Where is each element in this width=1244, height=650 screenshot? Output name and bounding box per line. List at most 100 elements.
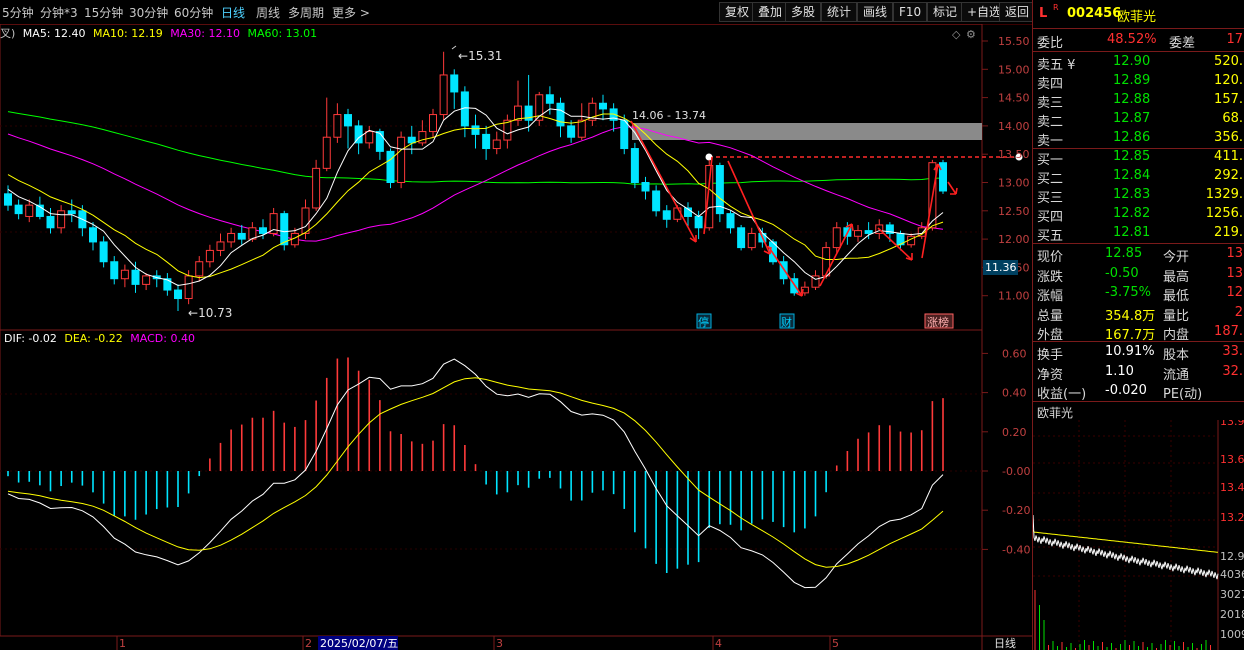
bid-row[interactable]: 买三 12.83 1329. [1033,186,1244,206]
collapse-icon[interactable]: ◇ [952,28,961,41]
draw-line-button[interactable]: 画线 [857,2,894,22]
ask-label: 卖一 [1037,134,1064,149]
ask-price: 12.86 [1113,130,1151,145]
mini-vol-tick: 3027 [1220,588,1244,601]
ask-label: 卖二 [1037,115,1064,130]
candle-body [418,131,427,144]
bid-row[interactable]: 买二 12.84 292. [1033,167,1244,187]
candle-body [301,207,310,234]
ask-row[interactable]: 卖三 12.88 157. [1033,91,1244,111]
period-label: 日线 [994,636,1016,650]
tab-60min[interactable]: 60分钟 [174,4,213,21]
candle-body [322,136,331,169]
candle-body [216,241,225,251]
candle-body [694,215,703,229]
tab-daily[interactable]: 日线 [221,4,245,21]
bid-price: 12.82 [1113,206,1151,221]
bid-row[interactable]: 买五 12.81 219. [1033,224,1244,244]
badge-finance[interactable]: 财 [781,315,792,329]
ask-row[interactable]: 卖一 12.86 356. [1033,129,1244,149]
date-axis: 1 2 3 4 5 [116,636,839,650]
stat-value: 1.10 [1105,363,1134,379]
bid-volume: 219. [1214,225,1243,240]
mark-button[interactable]: 标记 [927,2,964,22]
price-tick: 15.00 [998,63,1030,76]
price-tick: 13.50 [998,148,1030,161]
tab-weekly[interactable]: 周线 [256,4,280,21]
candle-body [652,190,661,212]
stat-value: 32. [1222,363,1243,379]
candle-body [726,213,735,229]
candle-body [174,289,182,300]
candle-body [344,114,352,127]
macd-tick: -0.00 [1002,465,1030,478]
date-tick: 1 [119,637,126,650]
settings-icon[interactable]: ⚙ [966,28,976,41]
adjust-button[interactable]: 复权 [719,2,756,22]
candle-body [46,215,55,229]
tab-more[interactable]: 更多 > [332,4,370,21]
stats-button[interactable]: 统计 [821,2,858,22]
more-label: 更多 [332,6,357,20]
tab-5min[interactable]: 5分钟 [2,4,34,21]
candle-body [333,114,342,138]
bid-price: 12.85 [1113,149,1151,164]
stat-row: 涨幅 -3.75% 最低 12 [1033,284,1244,304]
stat-row: 总量 354.8万 量比 2 [1033,304,1244,324]
candle-body [662,210,671,220]
stat-value: 2 [1234,304,1243,320]
candle-body [4,193,12,206]
ask-row[interactable]: 卖二 12.87 68. [1033,110,1244,130]
candle-body [747,232,756,249]
badge-suspend[interactable]: 停 [698,315,709,329]
kline-chart[interactable]: 14.06 - 13.74 ←15.31 ←10.73 停 财 涨榜 叉) MA… [0,24,1032,650]
back-button[interactable]: 返回 [999,2,1036,22]
tab-1min-x3[interactable]: 分钟*3 [40,4,78,21]
stat-label: PE(动) [1163,387,1203,402]
low-label: ←10.73 [188,306,232,320]
bid-volume: 1256. [1205,206,1243,221]
rzrq-icon: R [1053,3,1059,12]
bid-row[interactable]: 买四 12.82 1256. [1033,205,1244,225]
ask-volume: 520. [1214,54,1243,69]
weibi-row: 委比 48.52% 委差 17 [1037,32,1243,51]
arrow-down-5 [947,181,957,195]
candle-body [737,227,746,249]
high-label: ←15.31 [458,49,502,63]
bid-row[interactable]: 买一 12.85 411. [1033,148,1244,168]
multi-stock-button[interactable]: 多股 [785,2,822,22]
candle-body [397,136,406,183]
date-tick: 2 [305,637,312,650]
ask-row[interactable]: 卖五 ¥ 12.90 520. [1033,53,1244,73]
ask-price: 12.90 [1113,54,1151,69]
stat-row: 收益(一) -0.020 PE(动) [1033,382,1244,402]
f10-button[interactable]: F10 [893,2,928,22]
tab-15min[interactable]: 15分钟 [84,4,123,21]
macd-lines [7,358,944,589]
overlay-button[interactable]: 叠加 [752,2,789,22]
badge-top-gainers[interactable]: 涨榜 [927,315,949,329]
stock-name[interactable]: 欧菲光 [1117,6,1156,25]
candle-body [599,102,607,110]
candle-body [630,148,639,183]
stat-label: 净资 [1037,367,1064,383]
candle-body [57,210,66,229]
price-tick: 11.00 [998,290,1030,303]
tab-30min[interactable]: 30分钟 [129,4,168,21]
tab-multi-period[interactable]: 多周期 [288,4,324,21]
stat-label: 最高 [1163,269,1190,285]
candle-body [545,94,554,104]
candle-body [184,275,193,300]
ma-legend: 叉) MA5: 12.40 MA10: 12.19 MA30: 12.10 MA… [0,27,317,40]
mini-intraday-chart[interactable]: 13.9 13.6 13.4 13.2 12.9 4036 3027 2018 1009 [1033,420,1244,650]
mini-price-tick: 13.2 [1220,511,1244,524]
candle-body [259,227,267,234]
ask-row[interactable]: 卖四 12.89 120. [1033,72,1244,92]
candle-body [429,114,437,133]
stock-code[interactable]: 002456 [1067,6,1121,21]
stat-label: 收益(一) [1037,387,1087,402]
stat-label: 最低 [1163,289,1190,304]
stat-label: 股本 [1163,348,1190,363]
stat-label: 量比 [1163,308,1190,324]
ask-volume: 157. [1214,92,1243,107]
